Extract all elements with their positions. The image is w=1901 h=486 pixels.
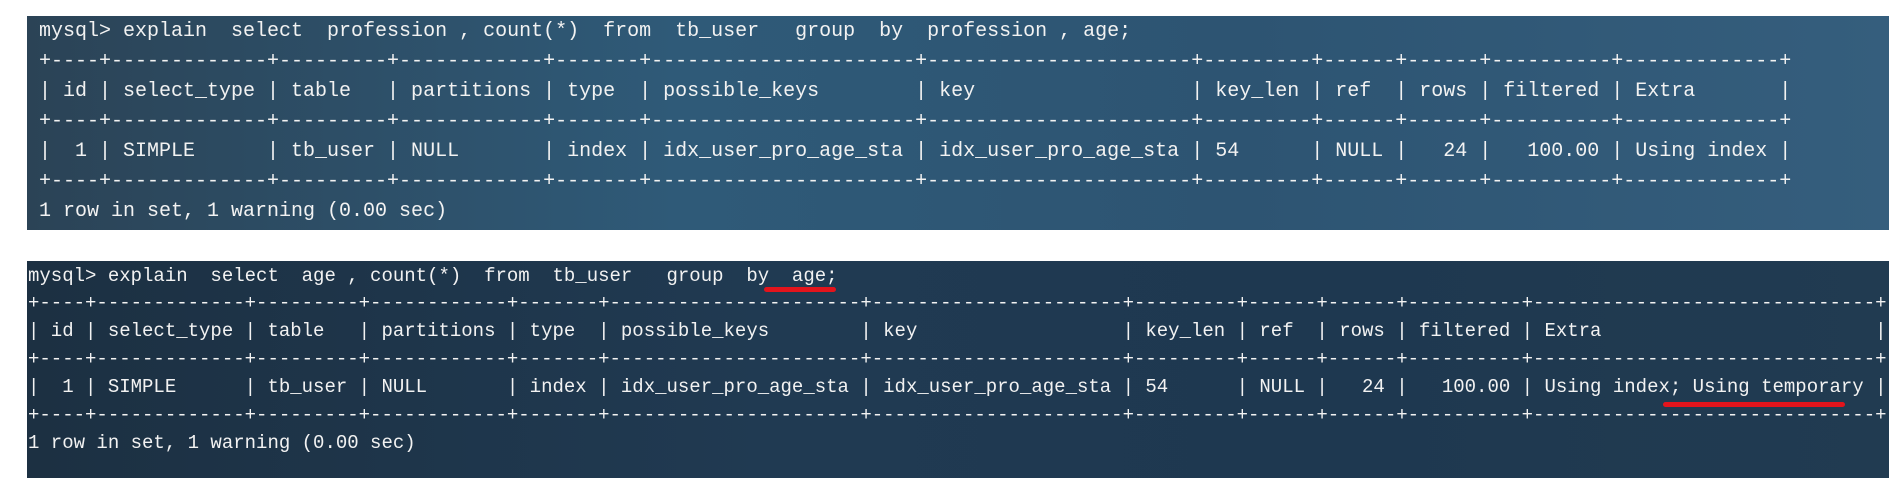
table-row: | 1 | SIMPLE | tb_user | NULL | index | … <box>39 140 1792 163</box>
table-header-row: | id | select_type | table | partitions … <box>39 80 1792 103</box>
table-border-bottom: +----+-------------+---------+----------… <box>28 404 1887 426</box>
table-border-top: +----+-------------+---------+----------… <box>39 50 1792 73</box>
table-border-bottom: +----+-------------+---------+----------… <box>39 170 1792 193</box>
highlight-underline-using-temporary <box>1663 402 1845 407</box>
terminal-panel-top: mysql> explain select profession , count… <box>27 16 1889 230</box>
table-header-row: | id | select_type | table | partitions … <box>28 320 1887 342</box>
result-summary: 1 row in set, 1 warning (0.00 sec) <box>39 200 448 223</box>
table-border-mid: +----+-------------+---------+----------… <box>28 348 1887 370</box>
command-line: mysql> explain select profession , count… <box>39 20 1132 43</box>
result-summary: 1 row in set, 1 warning (0.00 sec) <box>28 432 416 454</box>
table-border-top: +----+-------------+---------+----------… <box>28 292 1887 314</box>
table-row: | 1 | SIMPLE | tb_user | NULL | index | … <box>28 376 1887 398</box>
table-border-mid: +----+-------------+---------+----------… <box>39 110 1792 133</box>
command-line: mysql> explain select age , count(*) fro… <box>28 265 838 287</box>
highlight-underline-group-by-age <box>764 287 836 292</box>
terminal-panel-bottom: mysql> explain select age , count(*) fro… <box>27 261 1889 478</box>
